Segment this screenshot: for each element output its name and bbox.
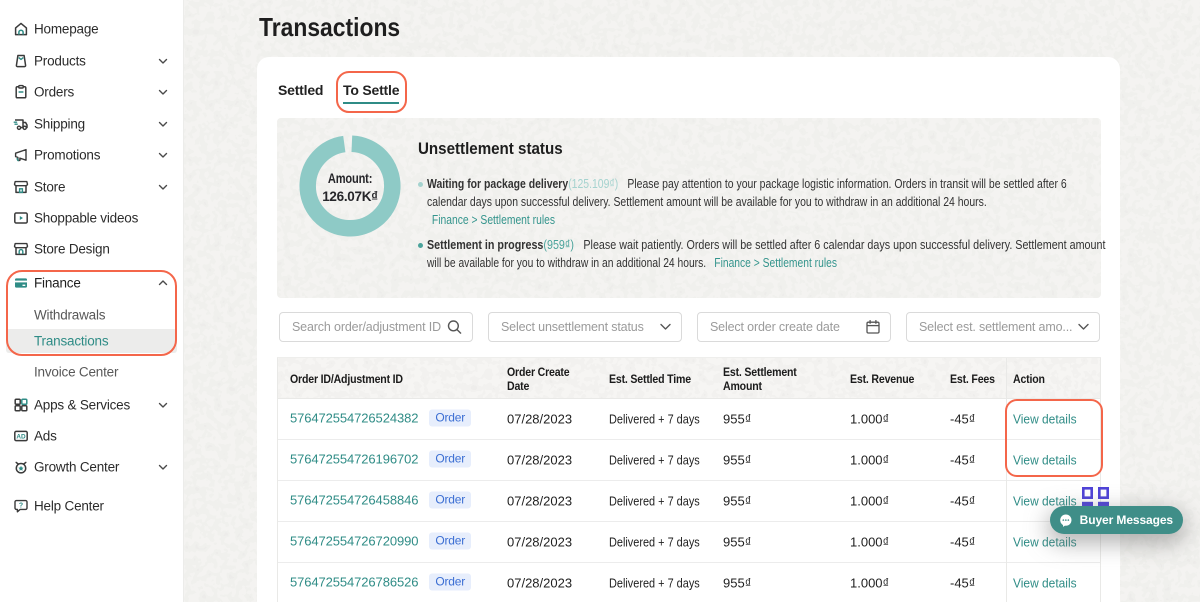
svg-text:?: ? (19, 503, 23, 510)
svg-text:AD: AD (16, 433, 26, 440)
